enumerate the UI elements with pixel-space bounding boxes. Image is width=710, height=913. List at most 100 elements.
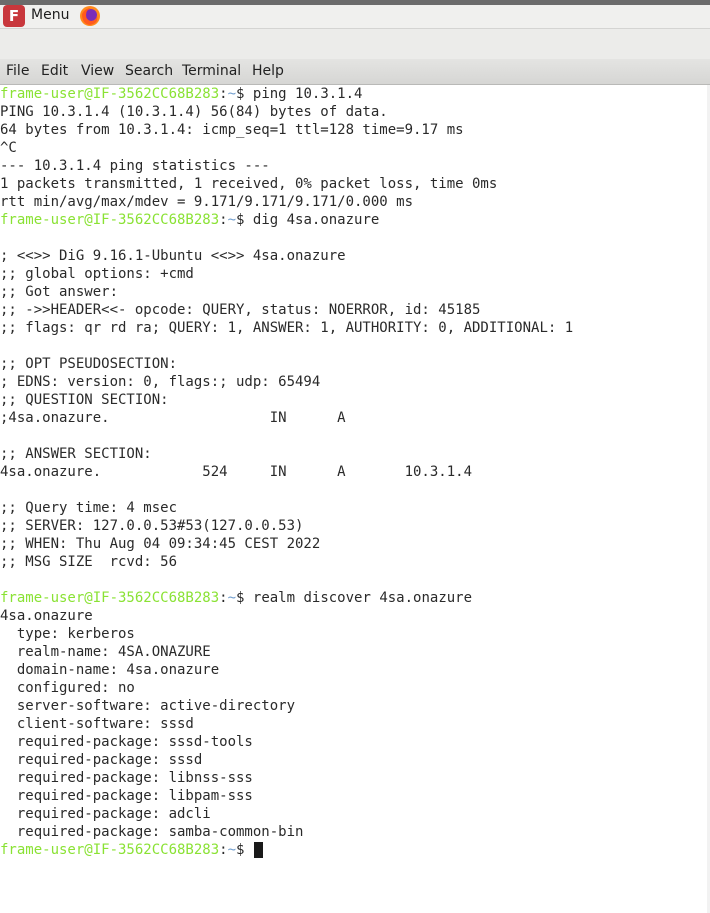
prompt-directory: ~ <box>227 590 237 606</box>
prompt-separator: : <box>219 842 228 858</box>
output-line: PING 10.3.1.4 (10.3.1.4) 56(84) bytes of… <box>0 103 573 121</box>
output-line: domain-name: 4sa.onazure <box>0 661 573 679</box>
output-line: --- 10.3.1.4 ping statistics --- <box>0 157 573 175</box>
output-text: domain-name: 4sa.onazure <box>0 662 220 678</box>
output-text: required-package: libpam-sss <box>0 788 253 804</box>
output-text: required-package: libnss-sss <box>0 770 253 786</box>
menu-button[interactable]: Menu <box>31 6 69 24</box>
output-text: 4sa.onazure. 524 IN A 10.3.1.4 <box>0 464 473 480</box>
menu-file[interactable]: File <box>5 62 30 80</box>
prompt-symbol: $ <box>236 590 253 606</box>
output-text: ;; Got answer: <box>0 284 119 300</box>
output-text: required-package: samba-common-bin <box>0 824 304 840</box>
output-line: ;; OPT PSEUDOSECTION: <box>0 355 573 373</box>
output-text: ;; OPT PSEUDOSECTION: <box>0 356 178 372</box>
output-line: configured: no <box>0 679 573 697</box>
terminal-lines: frame-user@IF-3562CC68B283:~$ ping 10.3.… <box>0 85 573 859</box>
output-text: client-software: sssd <box>0 716 194 732</box>
output-text: 1 packets transmitted, 1 received, 0% pa… <box>0 176 498 192</box>
prompt-symbol: $ <box>236 842 253 858</box>
output-text: realm-name: 4SA.ONAZURE <box>0 644 211 660</box>
prompt-line: frame-user@IF-3562CC68B283:~$ ping 10.3.… <box>0 85 573 103</box>
menu-bar: File Edit View Search Terminal Help <box>0 59 710 85</box>
prompt-userhost: frame-user@IF-3562CC68B283 <box>0 212 220 228</box>
output-line: type: kerberos <box>0 625 573 643</box>
prompt-line: frame-user@IF-3562CC68B283:~$ dig 4sa.on… <box>0 211 573 229</box>
output-line: ;; flags: qr rd ra; QUERY: 1, ANSWER: 1,… <box>0 319 573 337</box>
prompt-userhost: frame-user@IF-3562CC68B283 <box>0 590 220 606</box>
output-text: ;; ->>HEADER<<- opcode: QUERY, status: N… <box>0 302 481 318</box>
terminal-output[interactable]: frame-user@IF-3562CC68B283:~$ ping 10.3.… <box>0 85 710 913</box>
output-text: ;; WHEN: Thu Aug 04 09:34:45 CEST 2022 <box>0 536 321 552</box>
output-text: 4sa.onazure <box>0 608 93 624</box>
output-line: ; EDNS: version: 0, flags:; udp: 65494 <box>0 373 573 391</box>
output-line: server-software: active-directory <box>0 697 573 715</box>
output-text: PING 10.3.1.4 (10.3.1.4) 56(84) bytes of… <box>0 104 388 120</box>
output-text: server-software: active-directory <box>0 698 296 714</box>
output-text: ;; SERVER: 127.0.0.53#53(127.0.0.53) <box>0 518 304 534</box>
menu-help[interactable]: Help <box>251 62 285 80</box>
menu-view[interactable]: View <box>80 62 115 80</box>
menu-edit[interactable]: Edit <box>40 62 69 80</box>
prompt-separator: : <box>219 86 228 102</box>
command-text: ping 10.3.1.4 <box>252 86 363 102</box>
prompt-separator: : <box>219 212 228 228</box>
output-line: required-package: samba-common-bin <box>0 823 573 841</box>
output-text: ;; flags: qr rd ra; QUERY: 1, ANSWER: 1,… <box>0 320 574 336</box>
output-line: required-package: libnss-sss <box>0 769 573 787</box>
prompt-directory: ~ <box>227 212 237 228</box>
prompt-userhost: frame-user@IF-3562CC68B283 <box>0 86 220 102</box>
output-line: 1 packets transmitted, 1 received, 0% pa… <box>0 175 573 193</box>
output-line: client-software: sssd <box>0 715 573 733</box>
command-text: realm discover 4sa.onazure <box>252 590 473 606</box>
prompt-line: frame-user@IF-3562CC68B283:~$ <box>0 841 573 859</box>
output-text: configured: no <box>0 680 135 696</box>
menu-search[interactable]: Search <box>124 62 174 80</box>
output-line: 4sa.onazure <box>0 607 573 625</box>
output-text: required-package: sssd-tools <box>0 734 253 750</box>
output-text: ;; MSG SIZE rcvd: 56 <box>0 554 178 570</box>
output-line: required-package: adcli <box>0 805 573 823</box>
prompt-line: frame-user@IF-3562CC68B283:~$ realm disc… <box>0 589 573 607</box>
output-text: required-package: sssd <box>0 752 203 768</box>
prompt-symbol: $ <box>236 212 253 228</box>
output-text: type: kerberos <box>0 626 135 642</box>
output-text: ; EDNS: version: 0, flags:; udp: 65494 <box>0 374 321 390</box>
output-text: ;; global options: +cmd <box>0 266 194 282</box>
output-text: 64 bytes from 10.3.1.4: icmp_seq=1 ttl=1… <box>0 122 464 138</box>
output-line: ; <<>> DiG 9.16.1-Ubuntu <<>> 4sa.onazur… <box>0 247 573 265</box>
output-text: ^C <box>0 140 17 156</box>
desktop-panel: F Menu <box>0 5 710 29</box>
window-titlebar[interactable] <box>0 29 710 59</box>
output-line: ;; Query time: 4 msec <box>0 499 573 517</box>
output-line: 4sa.onazure. 524 IN A 10.3.1.4 <box>0 463 573 481</box>
output-line: ;; global options: +cmd <box>0 265 573 283</box>
output-line: required-package: libpam-sss <box>0 787 573 805</box>
output-line: 64 bytes from 10.3.1.4: icmp_seq=1 ttl=1… <box>0 121 573 139</box>
output-line: ;; SERVER: 127.0.0.53#53(127.0.0.53) <box>0 517 573 535</box>
prompt-directory: ~ <box>227 842 237 858</box>
output-line: ;; QUESTION SECTION: <box>0 391 573 409</box>
firefox-icon[interactable] <box>79 5 101 27</box>
output-line: required-package: sssd-tools <box>0 733 573 751</box>
prompt-userhost: frame-user@IF-3562CC68B283 <box>0 842 220 858</box>
output-line: rtt min/avg/max/mdev = 9.171/9.171/9.171… <box>0 193 573 211</box>
output-text: ;; QUESTION SECTION: <box>0 392 169 408</box>
output-text: ; <<>> DiG 9.16.1-Ubuntu <<>> 4sa.onazur… <box>0 248 346 264</box>
output-line: ;; WHEN: Thu Aug 04 09:34:45 CEST 2022 <box>0 535 573 553</box>
output-line: ^C <box>0 139 573 157</box>
output-text: rtt min/avg/max/mdev = 9.171/9.171/9.171… <box>0 194 414 210</box>
menu-terminal[interactable]: Terminal <box>181 62 242 80</box>
prompt-separator: : <box>219 590 228 606</box>
output-text: required-package: adcli <box>0 806 211 822</box>
command-text: dig 4sa.onazure <box>252 212 380 228</box>
output-text: ;; Query time: 4 msec <box>0 500 178 516</box>
output-line: ;; Got answer: <box>0 283 573 301</box>
app-menu-icon[interactable]: F <box>3 5 25 27</box>
output-line: ;; ANSWER SECTION: <box>0 445 573 463</box>
